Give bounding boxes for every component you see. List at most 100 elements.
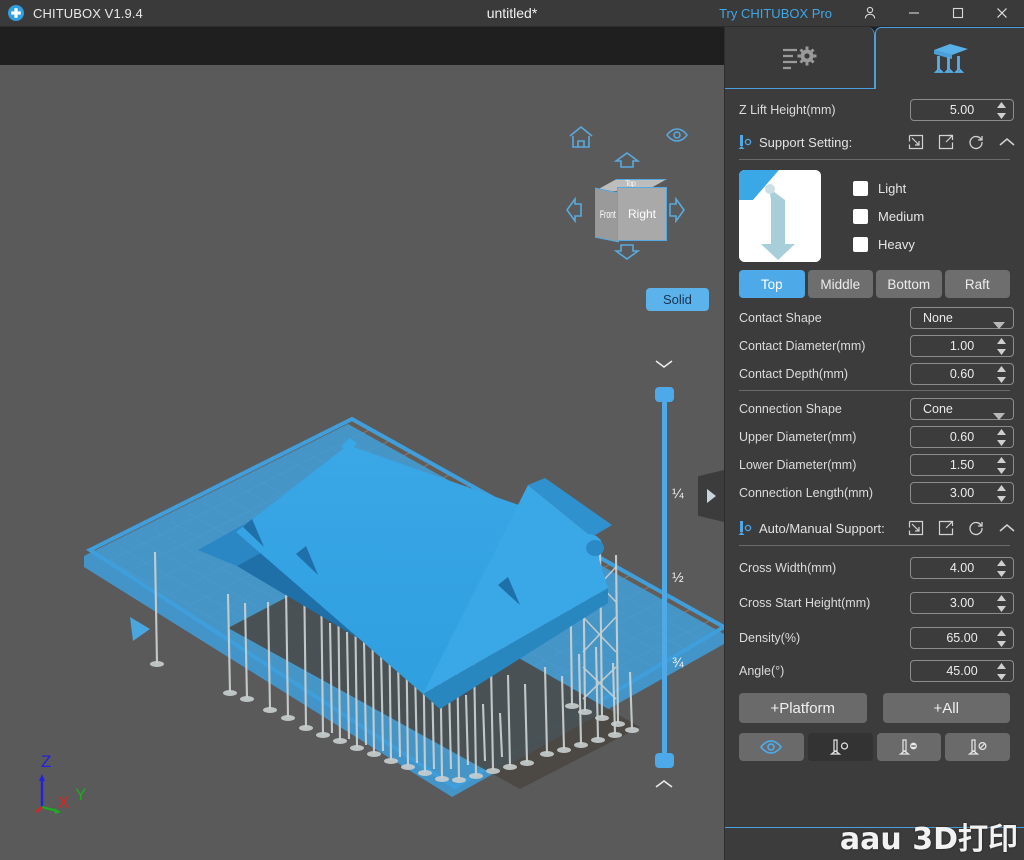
angle-row: Angle(°) 45.00: [725, 655, 1024, 687]
edit-support-button[interactable]: [945, 733, 1010, 761]
upper-diameter-label: Upper Diameter(mm): [739, 430, 910, 444]
z-lift-height-stepper[interactable]: [997, 102, 1006, 119]
clipping-slider[interactable]: ¼ ½ ¾: [650, 357, 680, 797]
slider-track[interactable]: [662, 393, 667, 765]
render-mode-button[interactable]: Solid: [646, 288, 709, 311]
add-support-button[interactable]: [808, 733, 873, 761]
eye-icon: [760, 739, 782, 755]
collapse-icon[interactable]: [998, 136, 1016, 148]
checkbox-box: [853, 237, 868, 252]
upper-diameter-row: Upper Diameter(mm) 0.60: [725, 423, 1024, 451]
lower-diameter-input[interactable]: 1.50: [910, 454, 1014, 476]
chevron-up-icon[interactable]: [653, 777, 675, 796]
view-cube-widget[interactable]: Top Front Right: [560, 122, 700, 272]
lower-diameter-value: 1.50: [950, 458, 974, 472]
connection-length-label: Connection Length(mm): [739, 486, 910, 500]
panel-expand-toggle[interactable]: [698, 470, 724, 522]
slider-handle-bottom[interactable]: [655, 753, 674, 768]
import-icon[interactable]: [908, 520, 924, 536]
window-controls: Try CHITUBOX Pro: [719, 0, 1024, 26]
segment-raft[interactable]: Raft: [945, 270, 1011, 298]
cross-start-height-row: Cross Start Height(mm) 3.00: [725, 585, 1024, 620]
connection-length-stepper[interactable]: [997, 485, 1006, 502]
add-platform-button[interactable]: +Platform: [739, 693, 867, 723]
lower-diameter-row: Lower Diameter(mm) 1.50: [725, 451, 1024, 479]
connection-shape-row: Connection Shape Cone: [725, 395, 1024, 423]
home-icon[interactable]: [568, 125, 594, 154]
contact-depth-label: Contact Depth(mm): [739, 367, 910, 381]
cross-start-height-input[interactable]: 3.00: [910, 592, 1014, 614]
density-stepper[interactable]: [997, 630, 1006, 647]
viewport-3d[interactable]: Top Front Right Solid ¼ ½ ¾: [0, 27, 724, 860]
export-icon[interactable]: [938, 134, 954, 150]
support-delete-icon: [898, 738, 920, 756]
reset-icon[interactable]: [968, 520, 984, 536]
chevron-down-icon[interactable]: [653, 357, 675, 376]
delete-support-button[interactable]: [877, 733, 942, 761]
cube-face-front[interactable]: Front: [595, 188, 619, 243]
tab-settings[interactable]: [725, 27, 875, 89]
contact-depth-stepper[interactable]: [997, 366, 1006, 383]
app-name: CHITUBOX V1.9.4: [33, 6, 143, 21]
minimize-icon[interactable]: [892, 0, 936, 27]
angle-input[interactable]: 45.00: [910, 660, 1014, 682]
preset-heavy-checkbox[interactable]: Heavy: [853, 231, 924, 257]
contact-depth-input[interactable]: 0.60: [910, 363, 1014, 385]
preset-light-checkbox[interactable]: Light: [853, 175, 924, 201]
upper-diameter-stepper[interactable]: [997, 429, 1006, 446]
preset-medium-checkbox[interactable]: Medium: [853, 203, 924, 229]
tab-support[interactable]: [875, 27, 1024, 89]
reset-icon[interactable]: [968, 134, 984, 150]
support-preset-checkboxes: Light Medium Heavy: [853, 170, 924, 262]
arrow-up-icon[interactable]: [614, 152, 640, 173]
segment-bottom[interactable]: Bottom: [876, 270, 942, 298]
orientation-cube[interactable]: Top Front Right: [595, 179, 667, 241]
arrow-down-icon[interactable]: [614, 244, 640, 265]
arrow-left-icon[interactable]: [566, 197, 582, 228]
add-support-buttons: +Platform +All: [725, 687, 1024, 727]
connection-shape-value: Cone: [923, 402, 953, 416]
upper-diameter-value: 0.60: [950, 430, 974, 444]
support-marker-icon: [737, 134, 752, 150]
connection-length-input[interactable]: 3.00: [910, 482, 1014, 504]
arrow-right-icon[interactable]: [669, 197, 685, 228]
density-value: 65.00: [946, 631, 977, 645]
z-lift-height-input[interactable]: 5.00: [910, 99, 1014, 121]
contact-shape-select[interactable]: None: [910, 307, 1014, 329]
connection-shape-label: Connection Shape: [739, 402, 910, 416]
axis-z-label: Z: [41, 752, 51, 771]
cross-start-height-label: Cross Start Height(mm): [739, 596, 910, 610]
close-icon[interactable]: [980, 0, 1024, 27]
section-divider: [739, 390, 1010, 391]
cube-face-right[interactable]: Right: [617, 187, 667, 241]
contact-diameter-input[interactable]: 1.00: [910, 335, 1014, 357]
density-input[interactable]: 65.00: [910, 627, 1014, 649]
cube-right-label: Right: [628, 207, 656, 221]
segment-top[interactable]: Top: [739, 270, 805, 298]
segment-middle[interactable]: Middle: [808, 270, 874, 298]
angle-stepper[interactable]: [997, 663, 1006, 680]
checkbox-box: [853, 181, 868, 196]
preset-heavy-label: Heavy: [878, 237, 915, 252]
eye-icon[interactable]: [666, 127, 688, 148]
user-icon[interactable]: [848, 0, 892, 27]
export-icon[interactable]: [938, 520, 954, 536]
upper-diameter-input[interactable]: 0.60: [910, 426, 1014, 448]
cross-width-input[interactable]: 4.00: [910, 557, 1014, 579]
collapse-icon[interactable]: [998, 522, 1016, 534]
add-all-button[interactable]: +All: [883, 693, 1011, 723]
connection-shape-select[interactable]: Cone: [910, 398, 1014, 420]
import-icon[interactable]: [908, 134, 924, 150]
cross-width-stepper[interactable]: [997, 560, 1006, 577]
cross-start-height-stepper[interactable]: [997, 595, 1006, 612]
auto-manual-support-title: Auto/Manual Support:: [759, 521, 885, 536]
contact-diameter-stepper[interactable]: [997, 338, 1006, 355]
support-setting-actions: [908, 134, 1016, 150]
lower-diameter-stepper[interactable]: [997, 457, 1006, 474]
try-chitubox-pro-link[interactable]: Try CHITUBOX Pro: [719, 6, 832, 21]
slider-handle-top[interactable]: [655, 387, 674, 402]
show-supports-button[interactable]: [739, 733, 804, 761]
axis-gizmo: Z X Y: [28, 745, 108, 815]
maximize-icon[interactable]: [936, 0, 980, 27]
cross-width-value: 4.00: [950, 561, 974, 575]
